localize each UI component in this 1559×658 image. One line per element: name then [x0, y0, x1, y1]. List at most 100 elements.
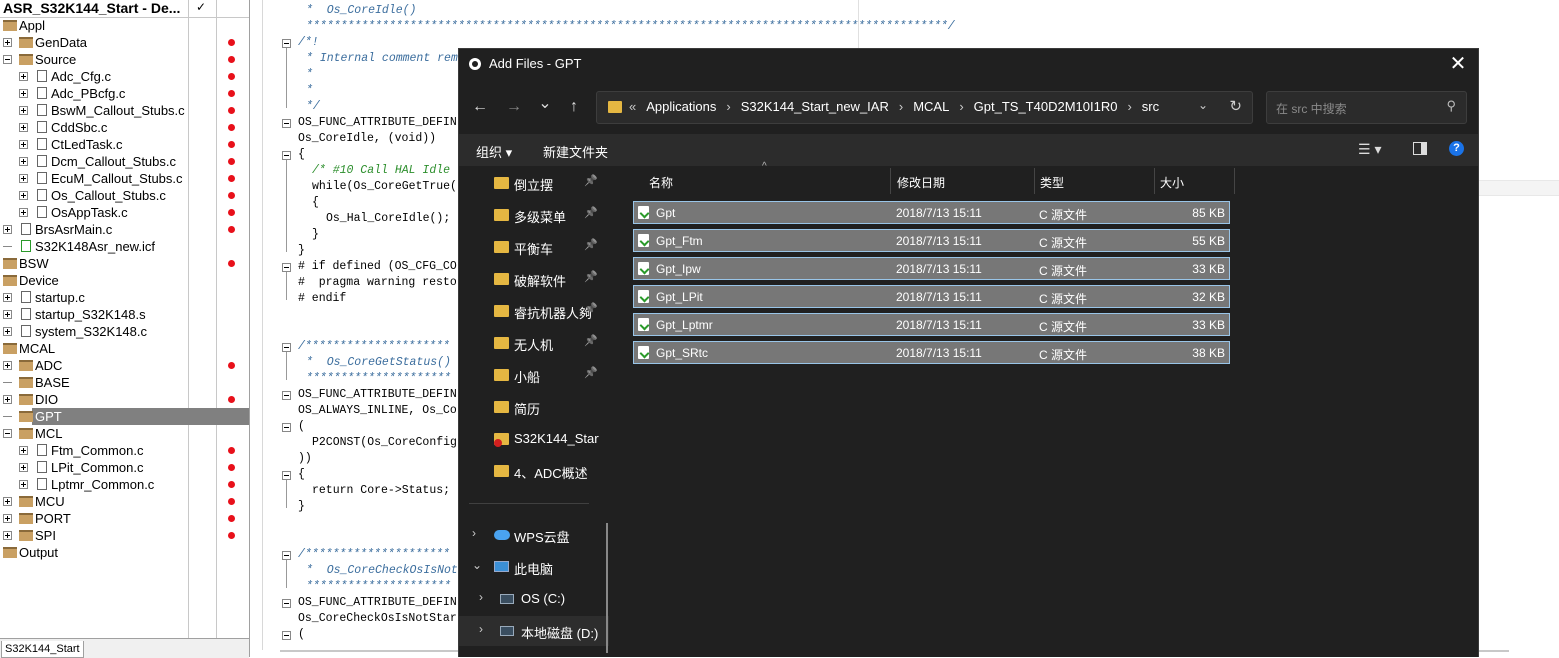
nav-item[interactable]: S32K144_Start_ — [459, 424, 609, 454]
tree-item[interactable]: Lptmr_Common.c — [0, 476, 249, 493]
fold-marker[interactable] — [282, 631, 291, 640]
fold-marker[interactable] — [282, 391, 291, 400]
tree-item[interactable]: Os_Callout_Stubs.c — [0, 187, 249, 204]
nav-item[interactable]: 4、ADC概述 — [459, 456, 609, 486]
new-folder-button[interactable]: 新建文件夹 — [543, 142, 608, 161]
file-row[interactable]: Gpt_Ftm 2018/7/13 15:11 C 源文件 55 KB — [633, 229, 1230, 252]
breadcrumb-item[interactable]: MCAL — [913, 99, 949, 114]
pin-icon[interactable]: 📌 — [584, 174, 598, 187]
fold-marker[interactable] — [282, 423, 291, 432]
nav-item[interactable]: ⌄ 此电脑 — [459, 552, 609, 582]
column-divider[interactable] — [890, 168, 891, 194]
tree-item[interactable]: CtLedTask.c — [0, 136, 249, 153]
expand-icon[interactable] — [3, 293, 12, 302]
breadcrumb-item[interactable]: S32K144_Start_new_IAR — [741, 99, 889, 114]
tree-item[interactable]: BrsAsrMain.c — [0, 221, 249, 238]
preview-pane-icon[interactable] — [1413, 142, 1427, 155]
tree-item[interactable]: BASE — [0, 374, 249, 391]
tree-item[interactable]: ADC — [0, 357, 249, 374]
search-box[interactable]: 在 src 中搜索 ⚲ — [1266, 91, 1467, 124]
expand-icon[interactable] — [19, 157, 28, 166]
expand-icon[interactable] — [19, 123, 28, 132]
tree-item[interactable]: PORT — [0, 510, 249, 527]
fold-marker[interactable] — [282, 119, 291, 128]
tree-item[interactable]: Adc_Cfg.c — [0, 68, 249, 85]
search-icon[interactable]: ⚲ — [1446, 98, 1456, 114]
chevron-icon[interactable]: › — [479, 622, 483, 636]
expand-icon[interactable] — [3, 38, 12, 47]
column-type[interactable]: 类型 — [1040, 174, 1064, 191]
expand-icon[interactable] — [19, 72, 28, 81]
pin-icon[interactable]: 📌 — [584, 270, 598, 283]
chevron-icon[interactable]: › — [472, 526, 476, 540]
column-date[interactable]: 修改日期 — [897, 174, 945, 191]
expand-icon[interactable] — [19, 446, 28, 455]
breadcrumb-item[interactable]: Gpt_TS_T40D2M10I1R0 — [974, 99, 1118, 114]
expand-icon[interactable] — [3, 514, 12, 523]
file-row[interactable]: Gpt_Lptmr 2018/7/13 15:11 C 源文件 33 KB — [633, 313, 1230, 336]
expand-icon[interactable] — [19, 174, 28, 183]
column-divider[interactable] — [1154, 168, 1155, 194]
expand-icon[interactable] — [3, 531, 12, 540]
tree-item[interactable]: S32K148Asr_new.icf — [0, 238, 249, 255]
help-icon[interactable]: ? — [1449, 141, 1464, 156]
view-options-icon[interactable]: ☰ ▾ — [1358, 141, 1381, 158]
nav-item[interactable]: 平衡车 📌 — [459, 232, 609, 262]
nav-item[interactable]: 小船 📌 — [459, 360, 609, 390]
collapse-icon[interactable] — [3, 55, 12, 64]
file-row[interactable]: Gpt_Ipw 2018/7/13 15:11 C 源文件 33 KB — [633, 257, 1230, 280]
expand-icon[interactable] — [3, 310, 12, 319]
breadcrumb-item[interactable]: Applications — [646, 99, 716, 114]
expand-icon[interactable] — [19, 106, 28, 115]
fold-marker[interactable] — [282, 39, 291, 48]
organize-button[interactable]: 组织 ▾ — [476, 142, 512, 161]
breadcrumb-overflow-icon[interactable]: « — [629, 99, 636, 114]
column-name[interactable]: 名称 — [649, 174, 673, 191]
file-row[interactable]: Gpt_SRtc 2018/7/13 15:11 C 源文件 38 KB — [633, 341, 1230, 364]
tree-item[interactable]: LPit_Common.c — [0, 459, 249, 476]
nav-item[interactable]: › WPS云盘 — [459, 520, 609, 550]
expand-icon[interactable] — [3, 225, 12, 234]
column-size[interactable]: 大小 — [1160, 174, 1184, 191]
breadcrumb-item[interactable]: src — [1142, 99, 1159, 114]
expand-icon[interactable] — [19, 208, 28, 217]
pin-icon[interactable]: 📌 — [584, 366, 598, 379]
expand-icon[interactable] — [3, 497, 12, 506]
expand-icon[interactable] — [19, 480, 28, 489]
tree-item[interactable]: MCL — [0, 425, 249, 442]
fold-marker[interactable] — [282, 343, 291, 352]
tree-item[interactable]: DIO — [0, 391, 249, 408]
expand-icon[interactable] — [3, 395, 12, 404]
tab-workspace[interactable]: S32K144_Start — [1, 641, 84, 658]
tree-item[interactable]: startup_S32K148.s — [0, 306, 249, 323]
tree-item[interactable]: BSW — [0, 255, 249, 272]
pin-icon[interactable]: 📌 — [584, 334, 598, 347]
pin-icon[interactable]: 📌 — [584, 206, 598, 219]
chevron-icon[interactable]: › — [479, 590, 483, 604]
address-dropdown-icon[interactable]: ⌄ — [1198, 98, 1208, 112]
nav-item[interactable]: 睿抗机器人夠 📌 — [459, 296, 609, 326]
expand-icon[interactable] — [19, 191, 28, 200]
up-arrow-icon[interactable]: ↑ — [562, 97, 586, 117]
tree-item[interactable]: Output — [0, 544, 249, 561]
dialog-title-bar[interactable]: Add Files - GPT ✕ — [459, 49, 1478, 80]
tree-item[interactable]: GPT — [0, 408, 249, 425]
fold-marker[interactable] — [282, 551, 291, 560]
refresh-icon[interactable]: ↻ — [1229, 97, 1242, 115]
fold-marker[interactable] — [282, 599, 291, 608]
file-row[interactable]: Gpt_LPit 2018/7/13 15:11 C 源文件 32 KB — [633, 285, 1230, 308]
nav-scrollbar[interactable] — [606, 523, 608, 653]
tree-item[interactable]: EcuM_Callout_Stubs.c — [0, 170, 249, 187]
expand-icon[interactable] — [19, 140, 28, 149]
file-row[interactable]: Gpt 2018/7/13 15:11 C 源文件 85 KB — [633, 201, 1230, 224]
tree-item[interactable]: Device — [0, 272, 249, 289]
column-divider[interactable] — [1234, 168, 1235, 194]
expand-icon[interactable] — [3, 361, 12, 370]
recent-locations-chevron-icon[interactable]: ⌄ — [533, 94, 557, 114]
tree-item[interactable]: Appl — [0, 17, 249, 34]
tree-item[interactable]: system_S32K148.c — [0, 323, 249, 340]
tree-item[interactable]: startup.c — [0, 289, 249, 306]
forward-arrow-icon[interactable]: → — [502, 97, 526, 117]
collapse-icon[interactable] — [3, 429, 12, 438]
nav-item[interactable]: 无人机 📌 — [459, 328, 609, 358]
